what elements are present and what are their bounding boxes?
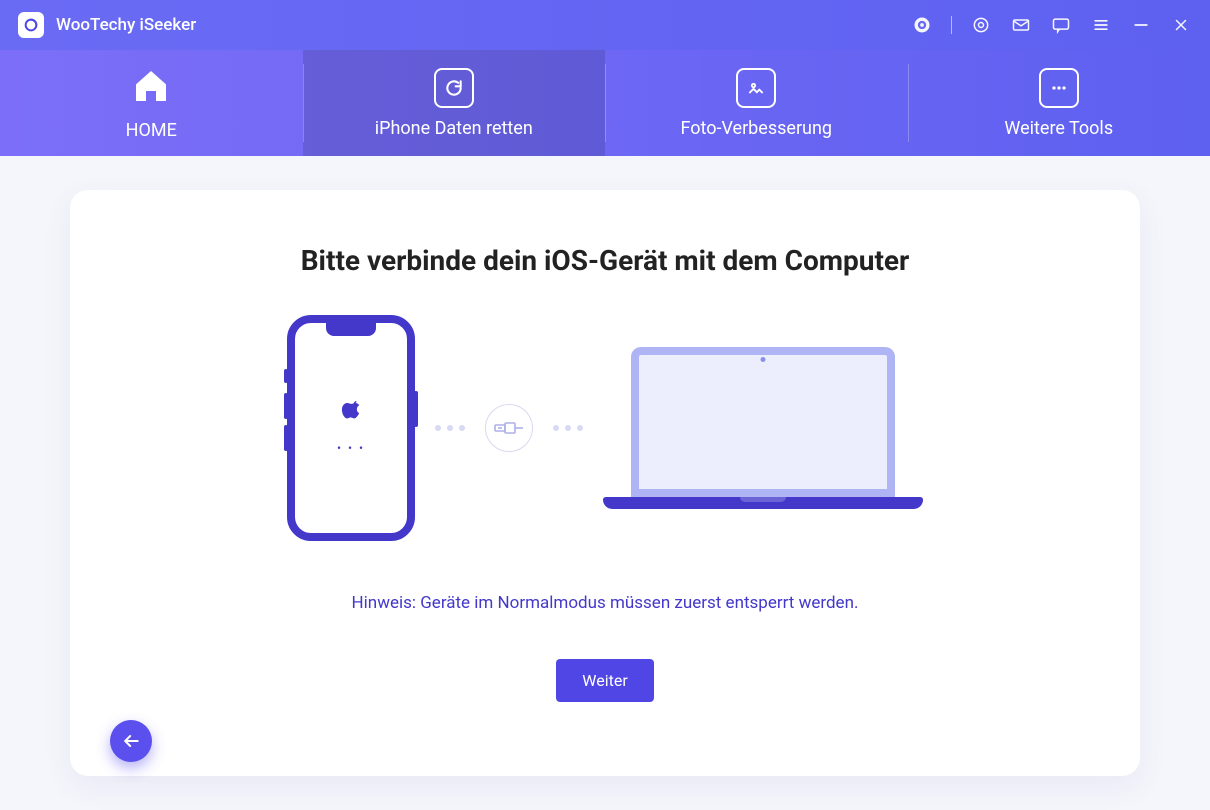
- app-title: WooTechy iSeeker: [56, 15, 196, 35]
- home-icon: [131, 66, 171, 110]
- nav-tabs: HOME iPhone Daten retten Foto-Verbesseru…: [0, 50, 1210, 156]
- apple-logo-icon: [338, 401, 364, 435]
- speech-bubble-icon[interactable]: [1050, 14, 1072, 36]
- tab-label: Foto-Verbesserung: [680, 118, 832, 139]
- close-icon[interactable]: [1170, 14, 1192, 36]
- more-icon: [1039, 68, 1079, 108]
- tab-label: iPhone Daten retten: [375, 118, 533, 139]
- usb-cable-icon: [485, 404, 533, 452]
- phone-loading-dots: • • •: [337, 441, 365, 455]
- support-icon[interactable]: [911, 14, 933, 36]
- image-icon: [736, 68, 776, 108]
- main-card: Bitte verbinde dein iOS-Gerät mit dem Co…: [70, 190, 1140, 776]
- title-bar: WooTechy iSeeker: [0, 0, 1210, 50]
- refresh-icon: [434, 68, 474, 108]
- laptop-graphic: [603, 347, 923, 509]
- mail-icon[interactable]: [1010, 14, 1032, 36]
- tab-label: Weitere Tools: [1004, 118, 1113, 139]
- gear-icon[interactable]: [970, 14, 992, 36]
- hint-text: Hinweis: Geräte im Normalmodus müssen zu…: [70, 593, 1140, 613]
- connection-dots-right: [553, 425, 583, 431]
- iphone-graphic: • • •: [287, 315, 415, 541]
- menu-icon[interactable]: [1090, 14, 1112, 36]
- content-area: Bitte verbinde dein iOS-Gerät mit dem Co…: [0, 156, 1210, 810]
- connect-illustration: • • •: [70, 315, 1140, 541]
- page-heading: Bitte verbinde dein iOS-Gerät mit dem Co…: [70, 244, 1140, 277]
- window-controls: [911, 14, 1192, 36]
- back-button[interactable]: [110, 720, 152, 762]
- tab-iphone-daten-retten[interactable]: iPhone Daten retten: [303, 50, 606, 156]
- tab-foto-verbesserung[interactable]: Foto-Verbesserung: [605, 50, 908, 156]
- tab-weitere-tools[interactable]: Weitere Tools: [908, 50, 1210, 156]
- minimize-icon[interactable]: [1130, 14, 1152, 36]
- next-button[interactable]: Weiter: [556, 659, 653, 702]
- tab-label: HOME: [126, 120, 177, 141]
- connection-dots-left: [435, 425, 465, 431]
- tab-home[interactable]: HOME: [0, 50, 303, 156]
- app-logo: [18, 12, 44, 38]
- title-divider: [951, 16, 952, 34]
- app-window: WooTechy iSeeker: [0, 0, 1210, 810]
